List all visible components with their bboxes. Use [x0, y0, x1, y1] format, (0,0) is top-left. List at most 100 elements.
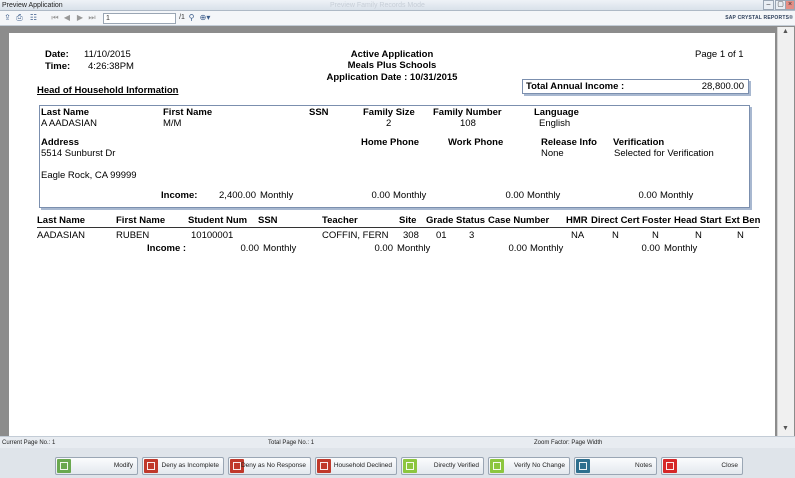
- report-title: Active Application: [350, 49, 434, 60]
- time-value: 4:26:38PM: [88, 61, 134, 72]
- date-value: 11/10/2015: [84, 49, 131, 60]
- hh-address-line1: 5514 Sunburst Dr: [41, 148, 116, 159]
- hh-language-header: Language: [534, 107, 579, 118]
- report-viewer[interactable]: Date: 11/10/2015 Time: 4:26:38PM Active …: [0, 26, 795, 436]
- st-header-teacher: Teacher: [322, 215, 358, 226]
- hh-release-info-value: None: [541, 148, 564, 159]
- next-page-icon[interactable]: ▶: [76, 13, 84, 23]
- current-page-status: Current Page No.: 1: [2, 440, 56, 446]
- page-number-input[interactable]: 1: [103, 13, 176, 24]
- st-header-foster: Foster: [642, 215, 672, 226]
- report-org: Meals Plus Schools: [347, 60, 437, 71]
- date-label: Date:: [45, 49, 69, 60]
- deny-incomplete-button[interactable]: Deny as Incomplete: [142, 457, 224, 475]
- notes-icon: [576, 459, 590, 473]
- st-last-name: AADASIAN: [37, 230, 86, 241]
- print-icon[interactable]: ⎙: [15, 13, 24, 23]
- st-header-status: Status: [456, 215, 486, 226]
- report-toolbar: ⇪ ⎙ ☷ ⏮ ◀ ▶ ⏭ 1 /1 ⚲ ⊕▾ SAP CRYSTAL REPO…: [0, 11, 795, 26]
- scroll-down-icon[interactable]: ▼: [782, 425, 789, 432]
- st-site: 308: [403, 230, 419, 241]
- directly-verified-button-label: Directly Verified: [433, 462, 479, 469]
- directly-verified-button[interactable]: Directly Verified: [401, 457, 484, 475]
- hh-family-number-value: 108: [460, 118, 476, 129]
- st-foster: N: [652, 230, 659, 241]
- st-header-ext-ben: Ext Ben: [725, 215, 761, 226]
- hh-home-phone-header: Home Phone: [361, 137, 420, 148]
- brand-label: SAP CRYSTAL REPORTS®: [725, 15, 793, 21]
- hh-work-phone-header: Work Phone: [448, 137, 504, 148]
- group-tree-icon[interactable]: ☷: [28, 13, 39, 23]
- status-bar: Current Page No.: 1 Total Page No.: 1 Zo…: [0, 436, 795, 448]
- st-status: 3: [469, 230, 475, 241]
- st-header-student-num: Student Num: [188, 215, 248, 226]
- student-header-rule: [37, 227, 759, 228]
- hh-income-label: Income:: [161, 190, 198, 201]
- household-declined-button[interactable]: Household Declined: [315, 457, 397, 475]
- st-header-first-name: First Name: [116, 215, 166, 226]
- verify-no-change-button-label: Verify No Change: [514, 462, 565, 469]
- report-page: Date: 11/10/2015 Time: 4:26:38PM Active …: [9, 33, 775, 436]
- hh-address-header: Address: [41, 137, 80, 148]
- export-icon[interactable]: ⇪: [3, 13, 12, 23]
- minimize-icon[interactable]: –: [763, 0, 774, 10]
- hh-language-value: English: [539, 118, 571, 129]
- st-hmr: NA: [571, 230, 585, 241]
- hh-family-size-value: 2: [386, 118, 392, 129]
- hh-income-3-period: Monthly: [527, 190, 561, 201]
- close-window-icon[interactable]: ×: [785, 0, 795, 10]
- zoom-icon[interactable]: ⊕▾: [199, 13, 211, 23]
- st-header-ssn: SSN: [258, 215, 278, 226]
- st-direct-cert: N: [612, 230, 619, 241]
- st-teacher: COFFIN, FERN: [322, 230, 389, 241]
- hh-verification-header: Verification: [613, 137, 665, 148]
- total-income-label: Total Annual Income :: [526, 81, 625, 92]
- window-title: Preview Application: [2, 2, 63, 9]
- scroll-up-icon[interactable]: ▲: [782, 28, 789, 35]
- hh-income-2-period: Monthly: [393, 190, 427, 201]
- search-icon[interactable]: ⚲: [187, 13, 196, 23]
- total-income-value: 28,800.00: [701, 81, 744, 92]
- close-icon: [663, 459, 677, 473]
- hh-release-info-header: Release Info: [541, 137, 597, 148]
- hh-income-4-period: Monthly: [660, 190, 694, 201]
- st-head-start: N: [695, 230, 702, 241]
- household-declined-icon: [317, 459, 331, 473]
- modify-icon: [57, 459, 71, 473]
- page-indicator: Page 1 of 1: [695, 49, 744, 60]
- hh-first-name-value: M/M: [163, 118, 182, 129]
- st-income-3-period: Monthly: [530, 243, 564, 254]
- first-page-icon[interactable]: ⏮: [51, 13, 59, 23]
- page-count-label: /1: [179, 14, 185, 21]
- previous-page-icon[interactable]: ◀: [63, 13, 71, 23]
- close-button[interactable]: Close: [661, 457, 743, 475]
- deny-no-response-button[interactable]: Deny as No Response: [228, 457, 311, 475]
- st-income-4-period: Monthly: [664, 243, 698, 254]
- verify-no-change-button[interactable]: Verify No Change: [488, 457, 570, 475]
- st-header-hmr: HMR: [566, 215, 588, 226]
- modify-button[interactable]: Modify: [55, 457, 138, 475]
- deny-incomplete-button-label: Deny as Incomplete: [161, 462, 219, 469]
- deny-incomplete-icon: [144, 459, 158, 473]
- vertical-scrollbar[interactable]: ▲ ▼: [777, 27, 794, 436]
- st-header-grade: Grade: [426, 215, 454, 226]
- household-declined-button-label: Household Declined: [333, 462, 392, 469]
- hh-last-name-value: A AADASIAN: [41, 118, 97, 129]
- notes-button-label: Notes: [635, 462, 652, 469]
- deny-no-response-button-label: Deny as No Response: [240, 462, 306, 469]
- hh-income-3: 0.00: [505, 190, 525, 201]
- st-header-site: Site: [399, 215, 417, 226]
- close-button-label: Close: [721, 462, 738, 469]
- directly-verified-icon: [403, 459, 417, 473]
- st-income-1: 0.00: [240, 243, 260, 254]
- st-income-4: 0.00: [641, 243, 661, 254]
- modify-button-label: Modify: [113, 462, 133, 469]
- st-income-3: 0.00: [508, 243, 528, 254]
- hh-first-name-header: First Name: [163, 107, 213, 118]
- notes-button[interactable]: Notes: [574, 457, 657, 475]
- hh-verification-value: Selected for Verification: [614, 148, 714, 159]
- application-date: Application Date : 10/31/2015: [326, 72, 458, 83]
- st-student-num: 10100001: [191, 230, 234, 241]
- hh-family-number-header: Family Number: [433, 107, 502, 118]
- last-page-icon[interactable]: ⏭: [88, 13, 96, 23]
